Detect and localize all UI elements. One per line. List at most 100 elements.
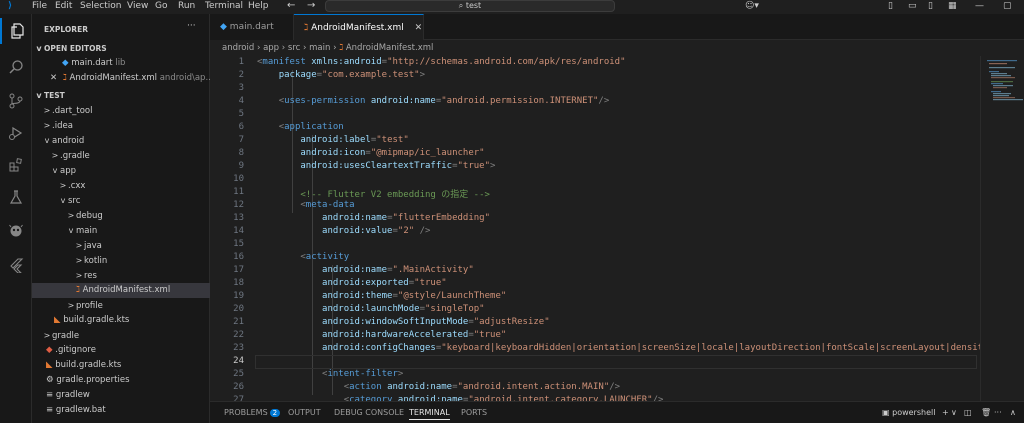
- code-line[interactable]: android:hardwareAccelerated="true": [257, 330, 506, 340]
- tree-item[interactable]: ◣ build.gradle.kts: [32, 358, 223, 373]
- breadcrumb-item[interactable]: src: [288, 43, 300, 53]
- menu-selection[interactable]: Selection: [80, 1, 121, 11]
- menu-terminal[interactable]: Terminal: [205, 1, 243, 11]
- code-editor[interactable]: 1 <manifest xmlns:android="http://schemas…: [210, 56, 980, 401]
- extensions-icon[interactable]: [0, 152, 32, 178]
- workspace-header[interactable]: v TEST: [32, 88, 211, 103]
- new-terminal-icon[interactable]: +: [942, 408, 949, 417]
- line-number: 14: [233, 226, 244, 236]
- close-icon[interactable]: ✕: [50, 73, 57, 83]
- tree-item-label: profile: [76, 301, 103, 311]
- code-line[interactable]: android:windowSoftInputMode="adjustResiz…: [257, 317, 550, 327]
- code-line[interactable]: <!-- Flutter V2 embedding の指定 -->: [257, 187, 490, 200]
- tree-item[interactable]: v android: [32, 133, 219, 148]
- code-line[interactable]: android:name=".MainActivity": [257, 265, 474, 275]
- code-line[interactable]: android:configChanges="keyboard|keyboard…: [257, 343, 980, 353]
- rss-file-icon: ℷ: [62, 73, 67, 83]
- source-control-icon[interactable]: [0, 88, 32, 114]
- menu-go[interactable]: Go: [155, 1, 167, 11]
- line-number: 20: [233, 304, 244, 314]
- code-line[interactable]: android:value="2" />: [257, 226, 430, 236]
- back-arrow-icon[interactable]: ←: [287, 0, 295, 11]
- code-line[interactable]: android:usesCleartextTraffic="true">: [257, 161, 495, 171]
- code-line[interactable]: <manifest xmlns:android="http://schemas.…: [257, 57, 626, 67]
- code-line[interactable]: <action android:name="android.intent.act…: [257, 382, 620, 392]
- line-number: 8: [238, 148, 244, 158]
- toggle-primary-sidebar-icon[interactable]: ▯: [888, 1, 893, 11]
- tree-item[interactable]: v app: [32, 163, 227, 178]
- tab-terminal[interactable]: TERMINAL: [409, 408, 450, 420]
- menu-help[interactable]: Help: [248, 1, 269, 11]
- code-line[interactable]: android:icon="@mipmap/ic_launcher": [257, 148, 484, 158]
- chevron-up-icon[interactable]: ∧: [1010, 408, 1016, 417]
- tree-item[interactable]: > .gradle: [32, 148, 227, 163]
- minimap[interactable]: [980, 56, 1024, 401]
- maximize-icon[interactable]: ▢: [1003, 1, 1012, 11]
- command-center-search[interactable]: ⌕ test: [325, 0, 615, 12]
- tab-androidmanifest[interactable]: ℷ AndroidManifest.xml ✕: [294, 14, 424, 40]
- code-line[interactable]: android:exported="true": [257, 278, 447, 288]
- tree-item[interactable]: > .idea: [32, 118, 219, 133]
- customize-layout-icon[interactable]: ▦: [948, 1, 957, 11]
- tab-ports[interactable]: PORTS: [461, 408, 487, 417]
- split-terminal-icon[interactable]: ◫: [964, 408, 972, 417]
- code-line[interactable]: android:label="test": [257, 135, 408, 145]
- menu-run[interactable]: Run: [178, 1, 195, 11]
- tree-item[interactable]: > .dart_tool: [32, 103, 219, 118]
- code-line[interactable]: <intent-filter>: [257, 369, 403, 379]
- line-number: 7: [238, 135, 244, 145]
- breadcrumb-item[interactable]: main: [309, 43, 330, 53]
- open-editor-item[interactable]: ◆ main.dart lib: [32, 56, 239, 71]
- open-editor-item[interactable]: ✕ ℷ AndroidManifest.xml android\ap...: [32, 71, 227, 86]
- tree-item-label: main: [76, 226, 98, 236]
- breadcrumb-item[interactable]: android: [222, 43, 254, 53]
- flutter-devtools-icon[interactable]: [0, 218, 32, 244]
- line-number: 12: [233, 200, 244, 210]
- tree-item[interactable]: ◣ build.gradle.kts: [32, 313, 231, 328]
- toggle-secondary-sidebar-icon[interactable]: ▯: [928, 1, 933, 11]
- menu-view[interactable]: View: [127, 1, 148, 11]
- trash-icon[interactable]: 🗑: [981, 408, 991, 417]
- flutter-icon[interactable]: [0, 252, 32, 278]
- tree-item[interactable]: ◆ .gitignore: [32, 343, 223, 358]
- more-actions-icon[interactable]: ···: [187, 21, 196, 31]
- tab-debug-console[interactable]: DEBUG CONSOLE: [334, 408, 404, 417]
- code-line[interactable]: package="com.example.test">: [257, 70, 425, 80]
- terminal-selector[interactable]: ▣ powershell: [882, 408, 935, 417]
- run-debug-icon[interactable]: [0, 120, 32, 146]
- tree-item[interactable]: ≡ gradlew: [32, 388, 223, 403]
- toggle-panel-icon[interactable]: ▭: [908, 1, 917, 11]
- search-icon[interactable]: [0, 54, 32, 80]
- code-line[interactable]: <uses-permission android:name="android.p…: [257, 96, 610, 106]
- chevron-down-icon: v: [36, 91, 42, 100]
- code-line[interactable]: android:theme="@style/LaunchTheme": [257, 291, 506, 301]
- forward-arrow-icon[interactable]: →: [307, 0, 315, 11]
- copilot-icon[interactable]: ☺▾: [745, 1, 759, 11]
- menu-file[interactable]: File: [32, 1, 47, 11]
- tab-output[interactable]: OUTPUT: [288, 408, 321, 417]
- chevron-right-icon: >: [59, 181, 67, 190]
- code-line[interactable]: <application: [257, 122, 344, 132]
- tree-item[interactable]: > .cxx: [32, 178, 235, 193]
- breadcrumb-item[interactable]: AndroidManifest.xml: [346, 43, 434, 53]
- testing-icon[interactable]: [0, 184, 32, 210]
- open-editors-header[interactable]: v OPEN EDITORS: [32, 41, 211, 56]
- code-line[interactable]: android:name="flutterEmbedding": [257, 213, 490, 223]
- tab-problems[interactable]: PROBLEMS 2: [224, 408, 281, 417]
- files-icon[interactable]: [0, 18, 34, 44]
- code-line[interactable]: <activity: [257, 252, 349, 262]
- tree-item[interactable]: v src: [32, 193, 235, 208]
- tree-item[interactable]: > gradle: [32, 328, 219, 343]
- minimize-icon[interactable]: —: [975, 1, 984, 11]
- more-actions-icon[interactable]: ···: [994, 408, 1002, 417]
- code-line[interactable]: <meta-data: [257, 200, 354, 210]
- breadcrumb-item[interactable]: app: [263, 43, 279, 53]
- close-icon[interactable]: ✕: [415, 23, 423, 33]
- tab-main-dart[interactable]: ◆ main.dart: [210, 14, 294, 40]
- tree-item[interactable]: ⚙ gradle.properties: [32, 373, 223, 388]
- code-line[interactable]: android:launchMode="singleTop": [257, 304, 485, 314]
- chevron-down-icon: v: [36, 44, 42, 53]
- chevron-down-icon[interactable]: ∨: [951, 408, 957, 417]
- menu-edit[interactable]: Edit: [55, 1, 72, 11]
- tree-item[interactable]: ≡ gradlew.bat: [32, 403, 223, 418]
